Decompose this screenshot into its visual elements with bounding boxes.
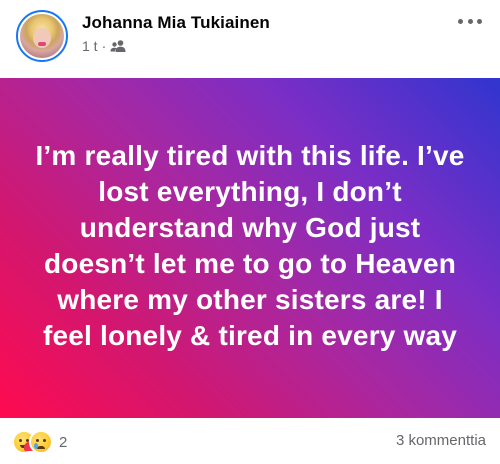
profile-photo <box>20 14 64 58</box>
post-text: I’m really tired with this life. I’ve lo… <box>35 140 465 351</box>
meta-separator: · <box>101 38 107 54</box>
more-horizontal-icon[interactable] <box>458 16 482 26</box>
post-header: Johanna Mia Tukiainen 1 t · <box>0 0 500 78</box>
sad-reaction-icon <box>29 430 53 454</box>
reaction-count: 2 <box>59 433 68 451</box>
post-background: I’m really tired with this life. I’ve lo… <box>0 78 500 418</box>
friends-icon[interactable] <box>110 39 126 53</box>
post-meta: 1 t · <box>82 38 126 54</box>
post-time[interactable]: 1 t <box>82 38 98 54</box>
author-name[interactable]: Johanna Mia Tukiainen <box>82 13 270 33</box>
comments-count[interactable]: 3 kommenttia <box>396 432 486 449</box>
reactions-summary[interactable]: 2 <box>12 430 67 454</box>
avatar[interactable] <box>16 10 68 62</box>
post-footer: 2 3 kommenttia <box>0 418 500 464</box>
